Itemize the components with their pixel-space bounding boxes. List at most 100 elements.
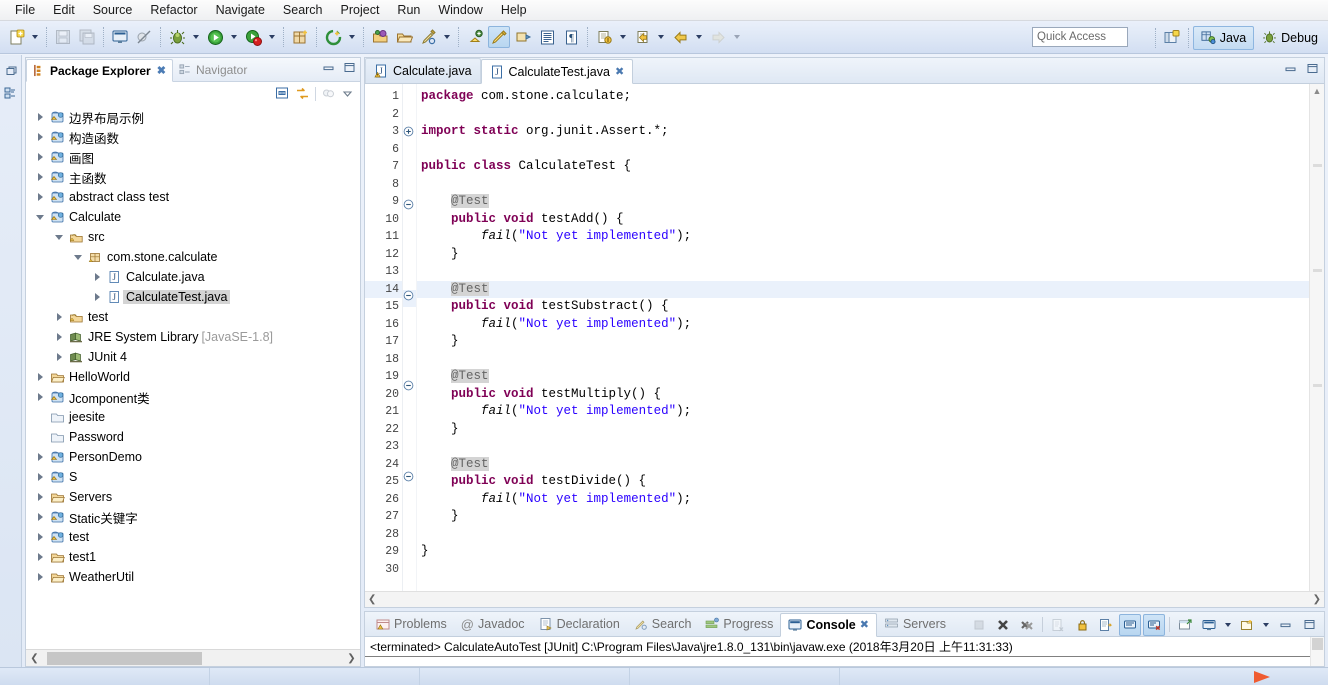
chevron-right-icon[interactable] (32, 487, 48, 507)
run-icon[interactable] (204, 26, 226, 48)
menu-item-search[interactable]: Search (274, 1, 332, 20)
tree-item[interactable]: 边界布局示例 (26, 107, 360, 127)
save-icon[interactable] (52, 26, 74, 48)
new-wizard-icon[interactable] (5, 26, 27, 48)
menu-item-source[interactable]: Source (84, 1, 142, 20)
code-line[interactable]: @Test (417, 368, 1309, 386)
tree-item[interactable]: 主函数 (26, 167, 360, 187)
chevron-right-icon[interactable] (51, 307, 67, 327)
editor-tab-calculate[interactable]: J Calculate.java (365, 58, 481, 83)
code-line[interactable]: } (417, 543, 1309, 561)
editor-tab-calculatetest[interactable]: J CalculateTest.java ✖ (480, 59, 634, 84)
code-line[interactable]: public void testAdd() { (417, 211, 1309, 229)
perspective-java[interactable]: Java (1192, 25, 1255, 50)
perspective-debug[interactable]: Debug (1254, 26, 1326, 50)
run-coverage-dropdown-icon[interactable] (265, 26, 278, 48)
chevron-right-icon[interactable] (32, 527, 48, 547)
code-line[interactable]: } (417, 246, 1309, 264)
package-explorer-hscrollbar[interactable]: ❮ ❯ (26, 649, 360, 666)
chevron-down-icon[interactable] (32, 207, 48, 227)
chevron-right-icon[interactable] (32, 387, 48, 407)
pin-editor-dropdown-icon[interactable] (616, 26, 629, 48)
code-line[interactable] (417, 176, 1309, 194)
tree-item[interactable]: com.stone.calculate (26, 247, 360, 267)
chevron-right-icon[interactable] (89, 287, 105, 307)
back-dropdown-icon[interactable] (692, 26, 705, 48)
chevron-down-icon[interactable] (70, 247, 86, 267)
maximize-editor-icon[interactable] (1306, 63, 1319, 74)
chevron-right-icon[interactable] (89, 267, 105, 287)
tree-item[interactable]: Calculate (26, 207, 360, 227)
taskbar-segment[interactable] (0, 667, 210, 685)
skip-all-breakpoints-icon[interactable] (133, 26, 155, 48)
show-console-on-error-icon[interactable] (1143, 613, 1165, 636)
minimize-view-icon[interactable] (322, 62, 335, 73)
debug-dropdown-icon[interactable] (189, 26, 202, 48)
code-line[interactable] (417, 141, 1309, 159)
save-all-icon[interactable] (76, 26, 98, 48)
code-line[interactable]: import static org.junit.Assert.*; (417, 123, 1309, 141)
new-java-package-icon[interactable] (289, 26, 311, 48)
restore-icon[interactable] (1, 61, 21, 81)
project-tree[interactable]: 边界布局示例 构造函数 画图 主函数 abstract class test Calcul… (26, 105, 360, 649)
code-line[interactable]: @Test (417, 280, 1309, 298)
close-icon[interactable]: ✖ (157, 64, 166, 77)
tab-progress[interactable]: Progress (698, 612, 780, 636)
scroll-left-icon[interactable]: ❮ (26, 653, 43, 664)
close-icon[interactable]: ✖ (860, 618, 869, 631)
chevron-right-icon[interactable] (32, 107, 48, 127)
search-dropdown-icon[interactable] (440, 26, 453, 48)
menu-item-help[interactable]: Help (492, 1, 536, 20)
chevron-right-icon[interactable] (32, 567, 48, 587)
tab-declaration[interactable]: Declaration (532, 612, 627, 636)
tab-console[interactable]: Console ✖ (780, 612, 877, 637)
chevron-right-icon[interactable] (32, 447, 48, 467)
tab-servers[interactable]: Servers (877, 612, 953, 636)
taskbar-segment[interactable] (630, 667, 840, 685)
code-line[interactable]: public void testSubstract() { (417, 298, 1309, 316)
console-vertical-scrollbar[interactable] (1310, 637, 1324, 666)
menu-item-refactor[interactable]: Refactor (141, 1, 206, 20)
tree-item[interactable]: JUnit 4 (26, 347, 360, 367)
tree-item[interactable]: PersonDemo (26, 447, 360, 467)
open-perspective-icon[interactable] (1161, 27, 1183, 49)
menu-item-file[interactable]: File (6, 1, 44, 20)
tree-item[interactable]: HelloWorld (26, 367, 360, 387)
tree-item[interactable]: Jcomponent类 (26, 387, 360, 407)
tab-navigator[interactable]: Navigator (173, 58, 253, 81)
tree-item[interactable]: test (26, 307, 360, 327)
menu-item-run[interactable]: Run (388, 1, 429, 20)
taskbar-segment[interactable] (210, 667, 420, 685)
tree-item[interactable]: J Calculate.java (26, 267, 360, 287)
display-selected-console-dropdown-icon[interactable] (1221, 614, 1234, 636)
tree-item[interactable]: 画图 (26, 147, 360, 167)
code-line[interactable]: package com.stone.calculate; (417, 88, 1309, 106)
quick-access-input[interactable]: Quick Access (1032, 27, 1128, 47)
fold-collapse-icon[interactable] (403, 199, 416, 217)
code-line[interactable]: fail("Not yet implemented"); (417, 491, 1309, 509)
minimize-editor-icon[interactable] (1284, 63, 1297, 74)
toggle-mark-occurrences-icon[interactable] (488, 26, 510, 48)
maximize-console-icon[interactable] (1298, 614, 1320, 636)
forward-dropdown-icon[interactable] (730, 26, 743, 48)
external-tools-dropdown-icon[interactable] (345, 26, 358, 48)
remove-all-terminated-icon[interactable] (1016, 614, 1038, 636)
close-icon[interactable]: ✖ (615, 65, 624, 78)
maximize-view-icon[interactable] (343, 62, 356, 73)
collapse-all-icon[interactable] (275, 86, 290, 101)
source-code[interactable]: package com.stone.calculate; import stat… (417, 84, 1309, 591)
tree-item[interactable]: J CalculateTest.java (26, 287, 360, 307)
tree-item[interactable]: test1 (26, 547, 360, 567)
chevron-right-icon[interactable] (32, 367, 48, 387)
tree-item[interactable]: WeatherUtil (26, 567, 360, 587)
scroll-right-icon[interactable]: ❯ (1313, 594, 1321, 605)
new-wizard-dropdown-icon[interactable] (28, 26, 41, 48)
code-line[interactable]: fail("Not yet implemented"); (417, 316, 1309, 334)
code-line[interactable]: fail("Not yet implemented"); (417, 228, 1309, 246)
code-line[interactable] (417, 561, 1309, 579)
tree-item[interactable]: abstract class test (26, 187, 360, 207)
code-line[interactable]: } (417, 333, 1309, 351)
minimize-console-icon[interactable] (1274, 614, 1296, 636)
code-line[interactable]: @Test (417, 456, 1309, 474)
editor-horizontal-scrollbar[interactable]: ❮ ❯ (365, 591, 1324, 607)
